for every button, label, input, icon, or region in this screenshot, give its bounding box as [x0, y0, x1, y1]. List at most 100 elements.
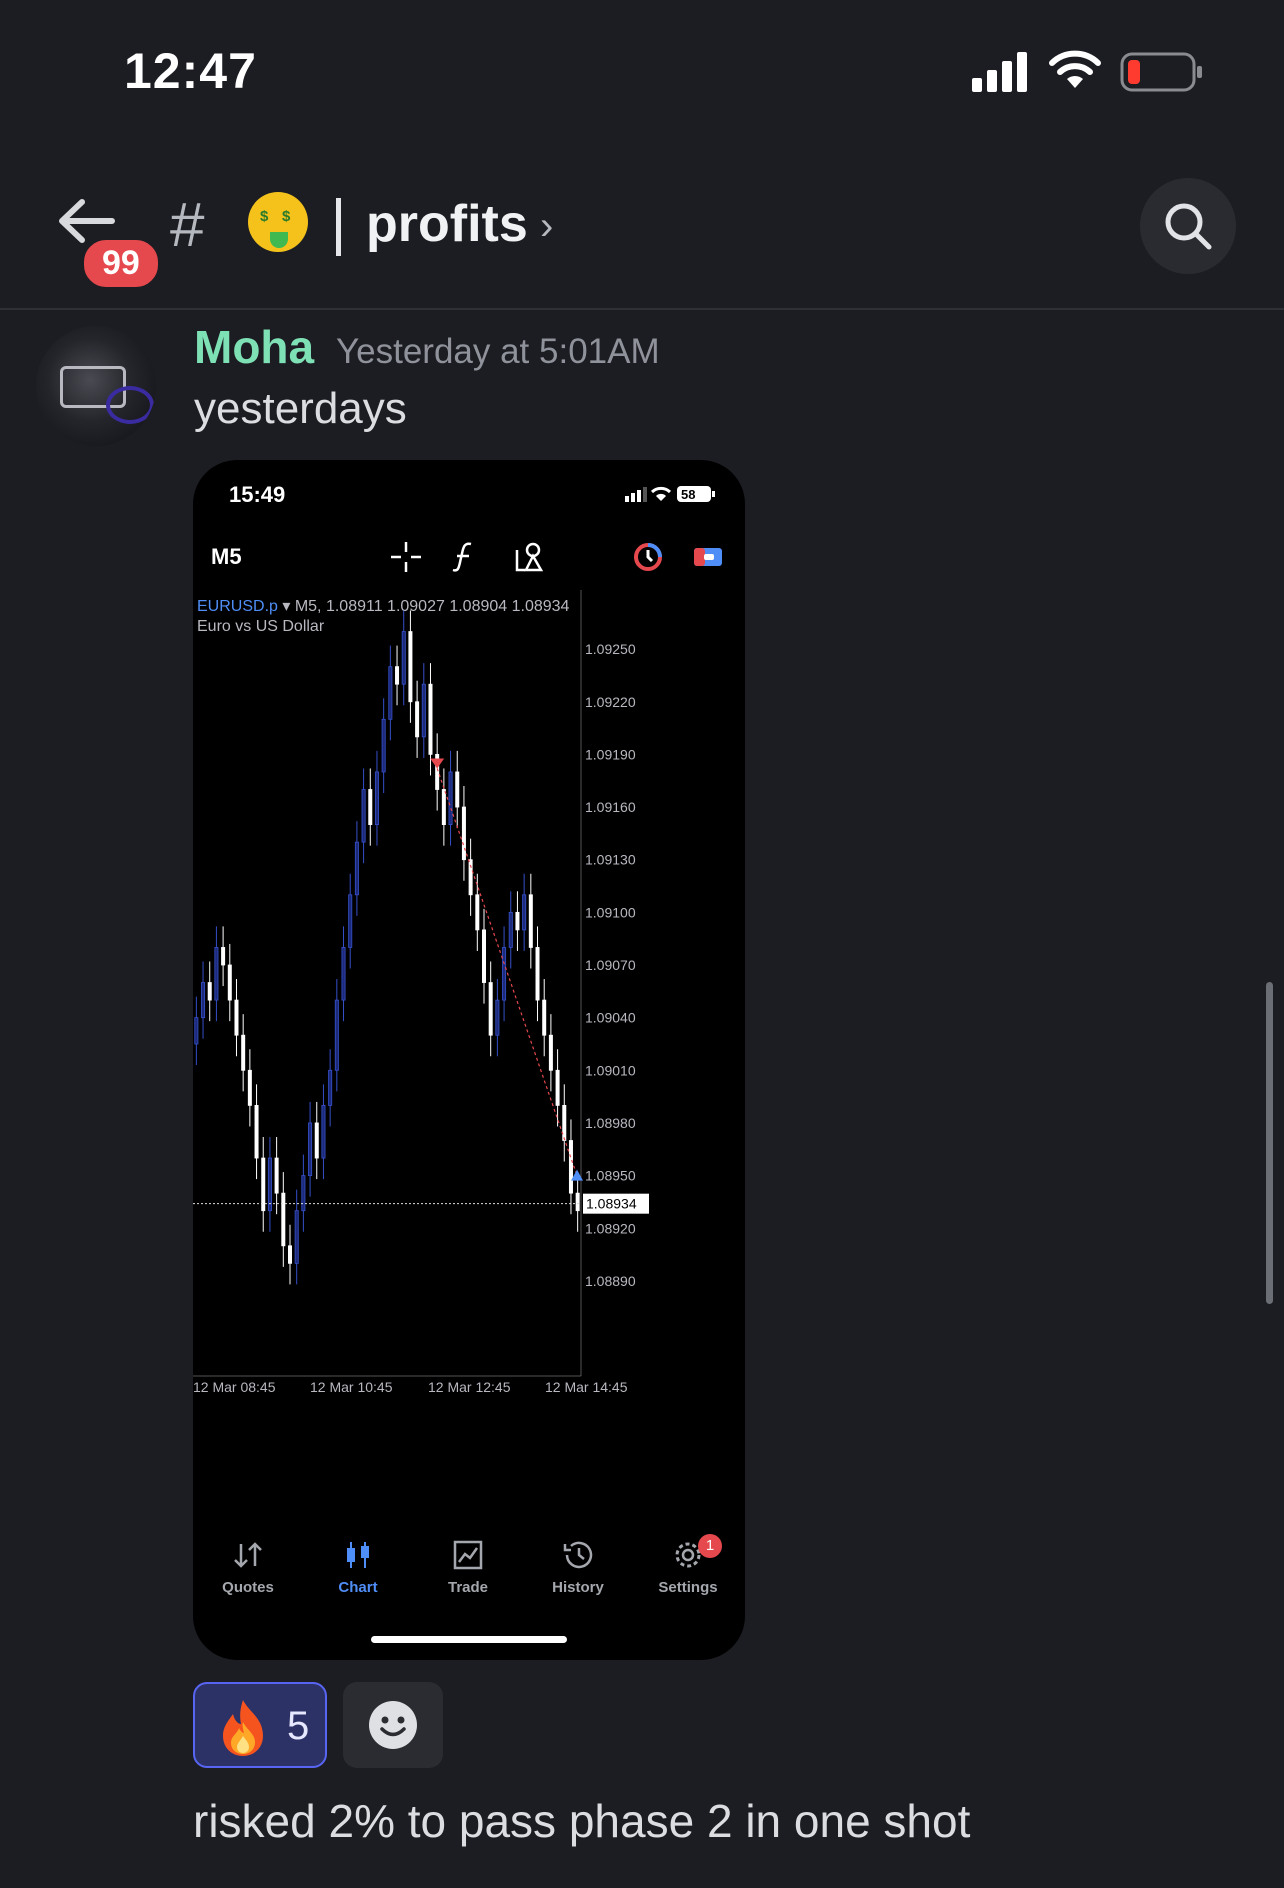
- candle-body: [214, 947, 219, 1001]
- quotes-arrows-icon: [234, 1542, 262, 1568]
- price-tick-label: 1.09070: [585, 957, 636, 973]
- candle-body: [542, 999, 547, 1036]
- nav-chart[interactable]: Chart: [303, 1540, 413, 1596]
- candle-body: [488, 982, 493, 1036]
- candlestick-icon: [347, 1542, 369, 1568]
- price-tick-label: 1.09220: [585, 694, 636, 710]
- reaction-fire[interactable]: 5: [193, 1682, 327, 1768]
- candle-body: [528, 894, 533, 948]
- message-text-2: risked 2% to pass phase 2 in one shot: [193, 1795, 971, 1847]
- price-chart[interactable]: 1.09250 1.09220 1.09190 1.09160 1.09130 1.091…: [193, 590, 745, 1540]
- candle-body: [288, 1245, 293, 1264]
- candle-body: [374, 771, 379, 825]
- trade-line: [436, 768, 578, 1176]
- chevron-right-icon[interactable]: ›: [540, 204, 553, 249]
- candle-body: [274, 1157, 279, 1194]
- fire-emoji-icon: [223, 1700, 263, 1756]
- channel-header: 99 # $ $ profits ›: [0, 160, 1284, 310]
- candle-body: [401, 631, 406, 685]
- attachment-status-icons: 58: [625, 486, 715, 502]
- nav-history[interactable]: History: [523, 1540, 633, 1596]
- candle-body: [522, 894, 527, 931]
- candle-body: [328, 1069, 333, 1106]
- status-bar: 12:47: [0, 0, 1284, 150]
- nav-trade-label: Trade: [447, 1579, 489, 1596]
- mt-bottom-nav: Quotes Chart Trade History 1 Settings: [193, 1534, 745, 1620]
- trading-panel-icon[interactable]: [691, 540, 725, 574]
- price-tick-label: 1.08890: [585, 1273, 636, 1289]
- nav-history-label: History: [552, 1579, 604, 1596]
- crosshair-icon[interactable]: [389, 540, 423, 574]
- candle-body: [441, 789, 446, 825]
- home-indicator: [371, 1636, 567, 1643]
- candle-body: [334, 999, 339, 1071]
- nav-settings-label: Settings: [658, 1579, 718, 1596]
- price-tick-label: 1.09160: [585, 799, 636, 815]
- objects-icon[interactable]: [513, 540, 547, 574]
- nav-quotes-label: Quotes: [222, 1579, 274, 1596]
- candle-body: [241, 1034, 246, 1071]
- time-tick-label: 12 Mar 08:45: [193, 1379, 276, 1395]
- one-click-trading-icon[interactable]: [631, 540, 665, 574]
- battery-low-icon: [1120, 52, 1202, 92]
- price-tick-label: 1.08950: [585, 1168, 636, 1184]
- candle-body: [254, 1105, 259, 1159]
- price-tick-label: 1.08980: [585, 1115, 636, 1131]
- avatar[interactable]: [36, 326, 156, 446]
- price-tick-label: 1.09250: [585, 641, 636, 657]
- smiley-icon: [369, 1701, 417, 1749]
- candle-body: [481, 929, 486, 983]
- candle-body: [388, 666, 393, 720]
- candle-body: [455, 771, 460, 808]
- price-tick-label: 1.09130: [585, 852, 636, 868]
- candle-body: [301, 1175, 306, 1212]
- candle-body: [314, 1122, 319, 1159]
- candle-body: [555, 1069, 560, 1106]
- candle-body: [247, 1069, 252, 1106]
- nav-trade[interactable]: Trade: [413, 1540, 523, 1596]
- candle-body: [234, 999, 239, 1036]
- candle-body: [227, 964, 232, 1001]
- indicators-icon[interactable]: [449, 540, 479, 574]
- status-time: 12:47: [124, 43, 257, 99]
- candle-body: [281, 1192, 286, 1247]
- add-reaction-button[interactable]: [343, 1682, 443, 1768]
- price-tick-label: 1.09190: [585, 746, 636, 762]
- time-tick-label: 12 Mar 12:45: [428, 1379, 511, 1395]
- nav-quotes[interactable]: Quotes: [193, 1540, 303, 1596]
- image-attachment[interactable]: 15:49 58 M5 EURUSD.p ▾ M5, 1.08911 1.090…: [193, 460, 745, 1660]
- search-button[interactable]: [1140, 178, 1236, 274]
- time-tick-label: 12 Mar 14:45: [545, 1379, 628, 1395]
- candle-body: [535, 947, 540, 1001]
- candle-body: [428, 683, 433, 755]
- message-timestamp: Yesterday at 5:01AM: [336, 332, 660, 371]
- wifi-icon: [1049, 50, 1101, 88]
- channel-name[interactable]: profits: [366, 194, 528, 254]
- candle-body: [395, 666, 400, 685]
- candle-body: [308, 1122, 313, 1177]
- candle-body: [515, 911, 520, 931]
- history-clock-icon: [563, 1541, 593, 1569]
- candle-body: [361, 789, 366, 843]
- reaction-count: 5: [287, 1704, 310, 1748]
- candle-body: [267, 1157, 272, 1212]
- candle-body: [221, 947, 226, 966]
- trade-chart-icon: [453, 1540, 483, 1570]
- channel-separator: [336, 198, 341, 256]
- author-name[interactable]: Moha: [194, 320, 314, 374]
- timeframe-label[interactable]: M5: [211, 544, 242, 570]
- candle-body: [568, 1140, 573, 1194]
- candle-body: [575, 1192, 580, 1212]
- settings-badge: 1: [698, 1534, 722, 1558]
- time-tick-label: 12 Mar 10:45: [310, 1379, 393, 1395]
- candle-body: [461, 806, 466, 861]
- nav-chart-label: Chart: [338, 1579, 378, 1596]
- nav-settings[interactable]: 1 Settings: [633, 1534, 743, 1596]
- attachment-battery-level: 58: [681, 487, 695, 502]
- candle-body: [408, 631, 413, 703]
- unread-badge: 99: [80, 236, 162, 291]
- candle-body: [475, 894, 480, 931]
- candle-body: [415, 701, 420, 738]
- scrollbar[interactable]: [1266, 982, 1273, 1304]
- candle-body: [502, 947, 507, 1001]
